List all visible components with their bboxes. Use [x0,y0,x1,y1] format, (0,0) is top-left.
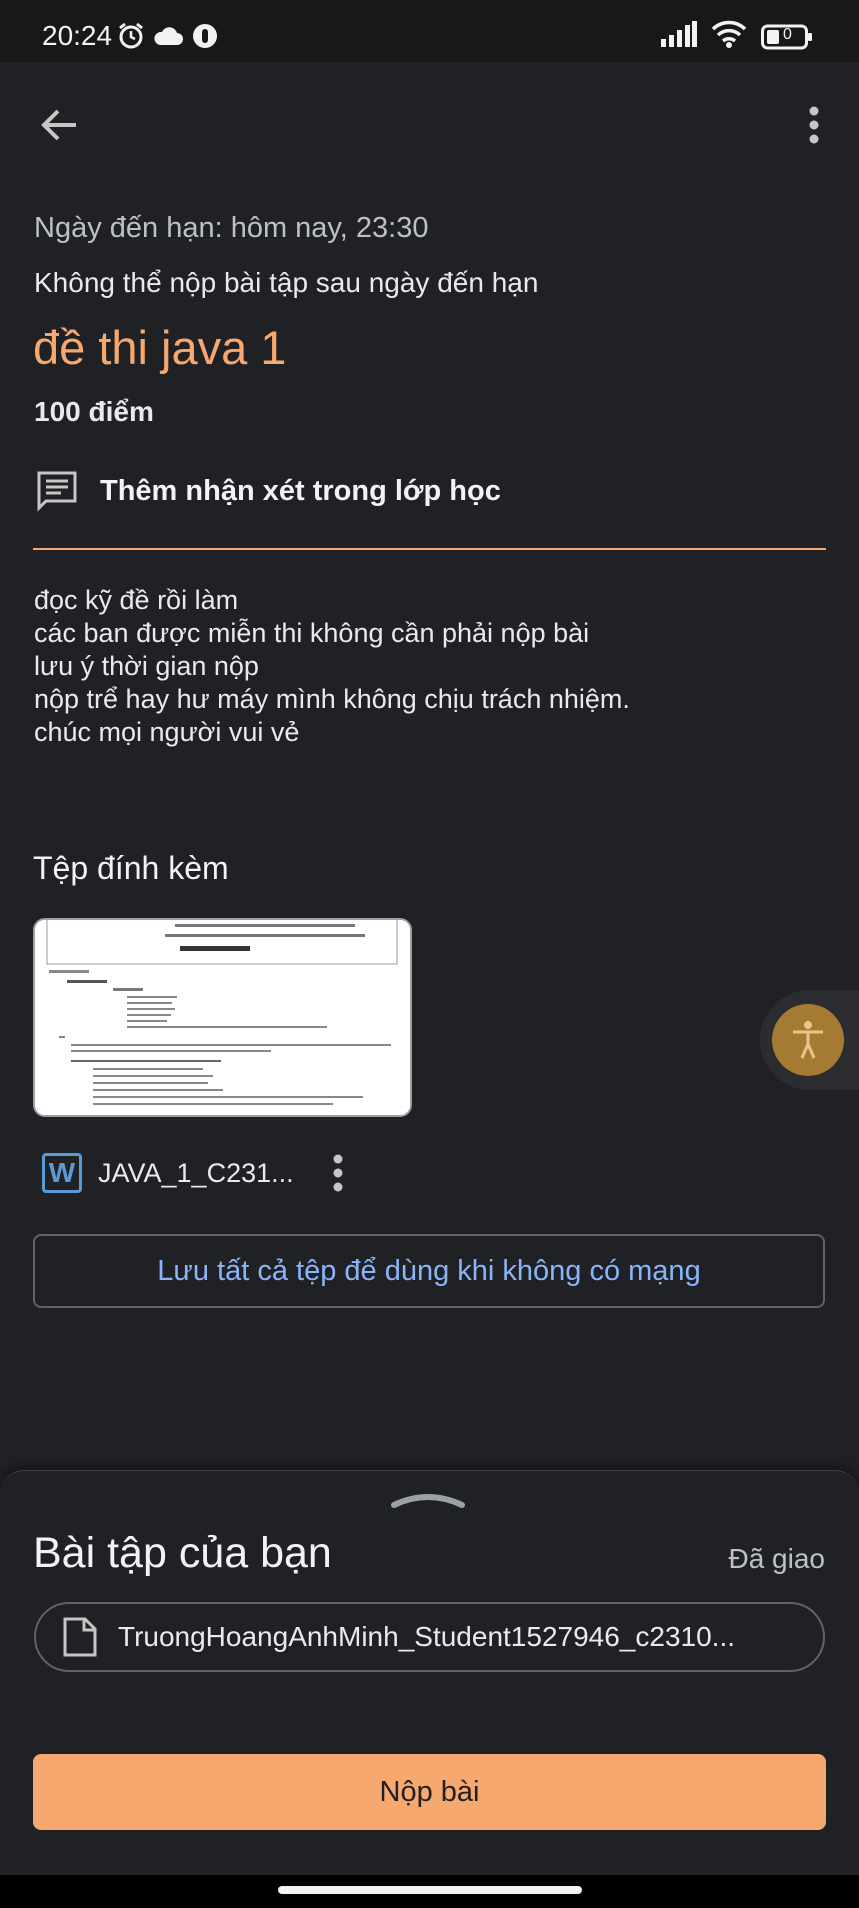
app-bar [0,62,859,178]
due-date: Ngày đến hạn: hôm nay, 23:30 [34,212,429,244]
instructions: đọc kỹ đề rồi làm các ban được miễn thi … [34,584,630,749]
word-icon: W [42,1153,82,1193]
late-submission-note: Không thể nộp bài tập sau ngày đến hạn [34,267,539,298]
attachments-heading: Tệp đính kèm [33,850,229,886]
status-time: 20:24 [42,20,113,51]
divider [33,548,826,550]
add-class-comment-label: Thêm nhận xét trong lớp học [100,474,501,507]
accessibility-button[interactable] [772,1004,844,1076]
assignment-title: đề thi java 1 [33,321,287,374]
accessibility-icon [793,1021,823,1059]
notification-icon [191,22,219,55]
status-bar: 20:24 0 [0,0,859,62]
instruction-line: lưu ý thời gian nộp [34,651,259,681]
attachment-more-button[interactable] [328,1151,348,1195]
assignment-points: 100 điểm [34,396,154,427]
file-icon [63,1617,97,1657]
add-class-comment-button[interactable]: Thêm nhận xét trong lớp học [34,466,501,516]
submitted-file-name: TruongHoangAnhMinh_Student1527946_c2310.… [118,1621,735,1652]
more-vert-icon [809,106,819,144]
instruction-line: chúc mọi người vui vẻ [34,717,300,747]
chevron-up-icon [391,1494,465,1508]
comment-icon [34,468,80,514]
arrow-back-icon [41,109,76,141]
battery-icon: 0 [761,24,813,50]
accessibility-widget [760,990,859,1090]
status-left-icons [117,22,219,55]
attachment-file-row[interactable]: W JAVA_1_C231... [42,1148,348,1198]
status-right-icons: 0 [661,20,813,53]
assignment-status: Đã giao [728,1543,825,1574]
wifi-icon [711,20,747,53]
your-work-sheet: Bài tập của bạn Đã giao TruongHoangAnhMi… [0,1470,859,1876]
attachment-thumbnail[interactable] [33,918,412,1117]
instruction-line: các ban được miễn thi không cần phải nộp… [34,618,590,648]
signal-icon [661,21,697,52]
navigation-bar [0,1875,859,1908]
submitted-file-chip[interactable]: TruongHoangAnhMinh_Student1527946_c2310.… [34,1602,825,1672]
document-preview [35,920,410,1115]
more-options-button[interactable] [799,100,829,150]
home-indicator[interactable] [278,1886,582,1894]
submit-button[interactable]: Nộp bài [33,1754,826,1830]
sheet-handle[interactable] [390,1489,466,1509]
back-button[interactable] [36,102,82,148]
alarm-icon [117,22,145,55]
your-work-title: Bài tập của bạn [33,1529,332,1577]
instruction-line: nộp trể hay hư máy mình không chịu trách… [34,684,630,714]
cloud-icon [153,25,183,52]
more-vert-icon [333,1154,343,1192]
battery-level: 0 [783,25,792,43]
attachment-file-name: JAVA_1_C231... [98,1157,294,1188]
instruction-line: đọc kỹ đề rồi làm [34,585,239,615]
save-offline-button[interactable]: Lưu tất cả tệp để dùng khi không có mạng [33,1234,825,1308]
